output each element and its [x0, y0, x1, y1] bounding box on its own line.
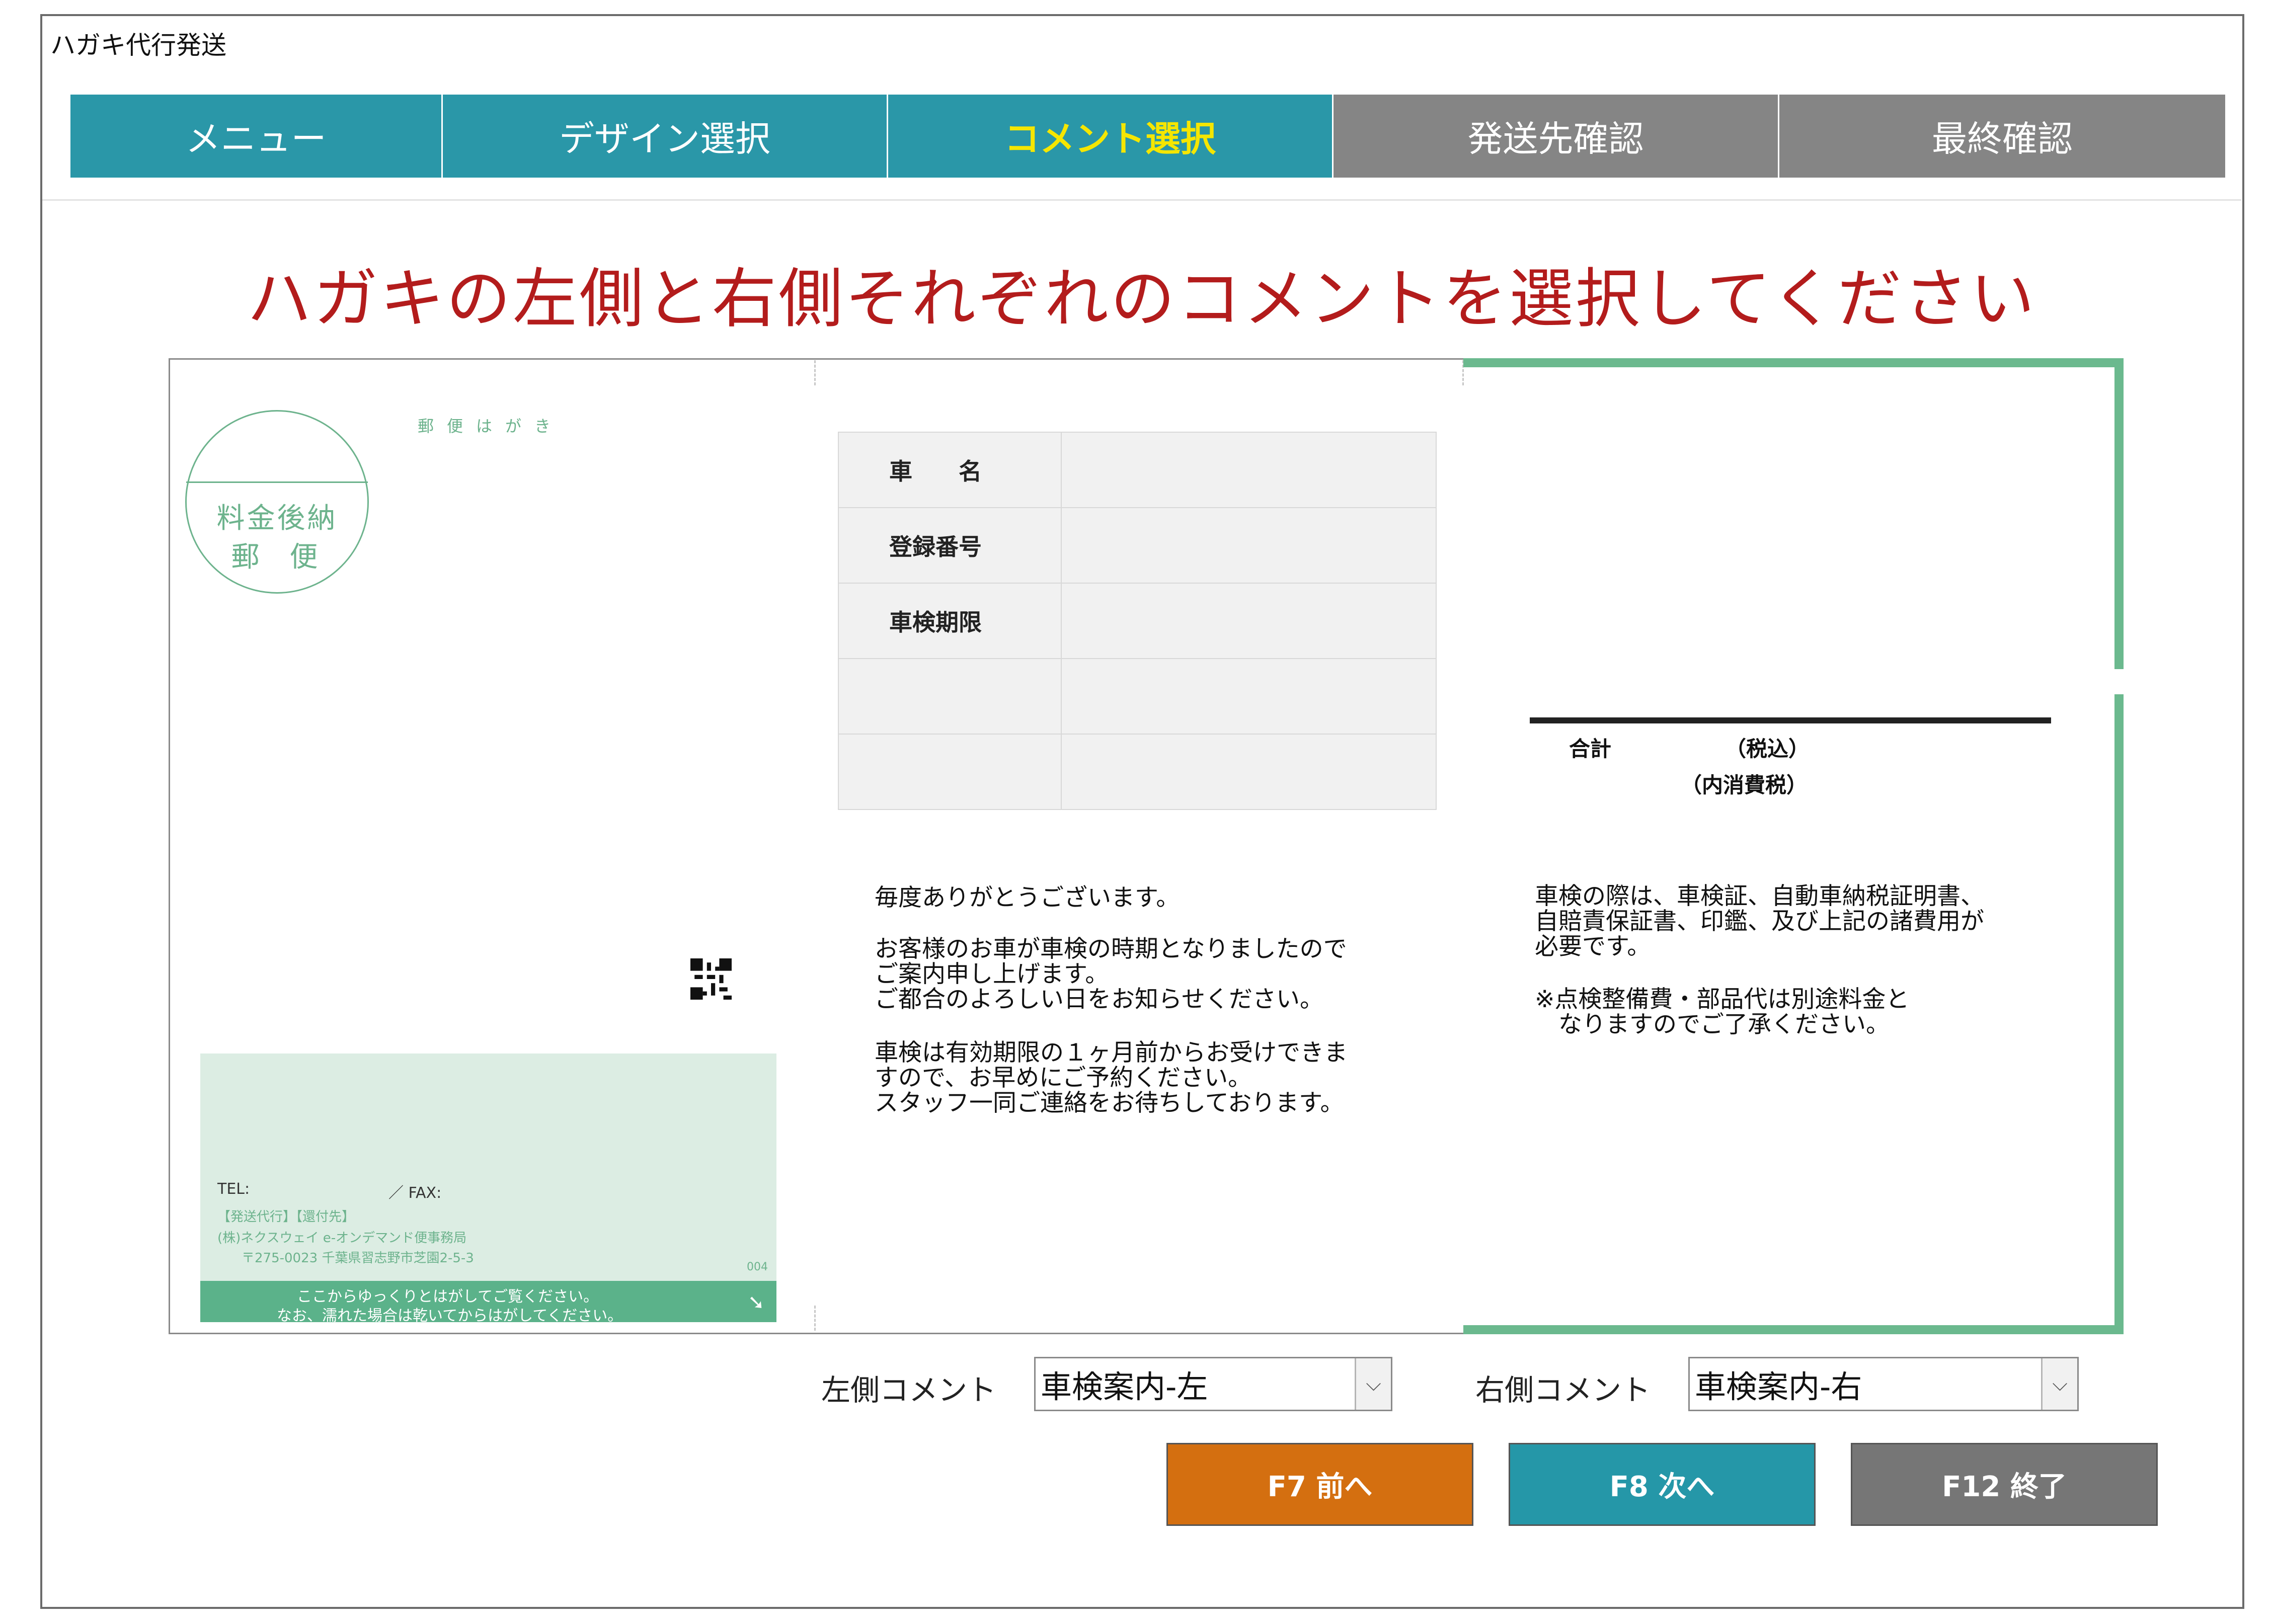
tab-comment-select[interactable]: コメント選択 [888, 95, 1334, 178]
left-message-line: ご案内申し上げます。 [875, 960, 1109, 988]
table-row [838, 658, 1437, 735]
fold-mark-top-left [814, 360, 816, 385]
sender-line3: 〒275-0023 千葉県習志野市芝園2-5-3 [242, 1251, 474, 1266]
left-message-line: お客様のお車が車検の時期となりましたので [875, 935, 1347, 963]
table-row: 車検期限 [838, 583, 1437, 659]
right-comment-value: 車検案内-右 [1695, 1368, 1862, 1405]
table-row: 登録番号 [838, 507, 1437, 584]
tab-design-select[interactable]: デザイン選択 [443, 95, 888, 178]
step-tabs: メニュー デザイン選択 コメント選択 発送先確認 最終確認 [70, 95, 2225, 178]
left-message-line: ご都合のよろしい日をお知らせください。 [875, 986, 1324, 1013]
tabs-divider [42, 199, 2241, 201]
right-message-line: 車検の際は、車検証、自動車納税証明書、 [1535, 882, 1984, 910]
table-value [1061, 583, 1437, 659]
sender-info-box [200, 1053, 776, 1320]
prev-button[interactable]: F7 前へ [1166, 1443, 1473, 1526]
right-comment-label: 右側コメント [1475, 1373, 1651, 1407]
right-comment-select[interactable]: 車検案内-右 ⌵ [1688, 1357, 2079, 1411]
table-label: 車検期限 [838, 583, 1062, 659]
consumption-tax-label: （内消費税） [1681, 773, 1808, 797]
stamp-text-line2: 郵便 [231, 541, 348, 574]
table-label: 登録番号 [838, 507, 1062, 584]
stamp-divider [186, 481, 368, 483]
postcard-label: 郵便はがき [418, 417, 564, 436]
right-message-line: 自賠責保証書、印鑑、及び上記の諸費用が [1535, 908, 1984, 935]
chevron-down-icon[interactable]: ⌵ [1355, 1358, 1391, 1410]
left-comment-label: 左側コメント [821, 1373, 997, 1407]
right-message-line: なりますのでご了承ください。 [1535, 1011, 1890, 1038]
table-value [1061, 734, 1437, 810]
left-message-line: スタッフ一同ご連絡をお待ちしております。 [875, 1089, 1344, 1117]
right-panel-frame [1463, 358, 2124, 1334]
table-label: 車 名 [838, 432, 1062, 508]
next-button[interactable]: F8 次へ [1509, 1443, 1816, 1526]
tab-menu[interactable]: メニュー [70, 95, 443, 178]
tab-destination-confirm[interactable]: 発送先確認 [1334, 95, 1779, 178]
table-row [838, 734, 1437, 810]
tax-included-label: （税込） [1725, 737, 1810, 761]
stamp-text-line1: 料金後納 [216, 502, 338, 535]
table-label [838, 658, 1062, 735]
exit-button[interactable]: F12 終了 [1851, 1443, 2158, 1526]
peel-arrow-icon: ➘ [748, 1291, 765, 1314]
chevron-down-icon[interactable]: ⌵ [2041, 1358, 2077, 1410]
total-label: 合計 [1569, 737, 1612, 761]
table-value [1061, 507, 1437, 584]
left-comment-select[interactable]: 車検案内-左 ⌵ [1034, 1357, 1392, 1411]
total-rule [1530, 717, 2051, 723]
frame-notch [2108, 669, 2124, 694]
sender-line2: (株)ネクスウェイ e-オンデマンド便事務局 [217, 1231, 467, 1246]
right-message-line: 必要です。 [1535, 933, 1651, 960]
vehicle-info-table: 車 名 登録番号 車検期限 [838, 432, 1437, 810]
fold-mark-bottom-left [814, 1306, 816, 1331]
window-title: ハガキ代行発送 [50, 31, 226, 60]
left-message-line: 車検は有効期限の１ヶ月前からお受けできま [875, 1039, 1348, 1067]
sender-tel: TEL: [217, 1180, 250, 1198]
instruction-text: ハガキの左側と右側それぞれのコメントを選択してください [247, 262, 2037, 337]
table-value [1061, 658, 1437, 735]
qr-code-icon [690, 958, 732, 1000]
left-message-line: すので、お早めにご予約ください。 [875, 1064, 1252, 1092]
sender-code: 004 [747, 1261, 768, 1273]
table-label [838, 734, 1062, 810]
left-message-line: 毎度ありがとうございます。 [875, 884, 1180, 912]
right-message-line: ※点検整備費・部品代は別途料金と [1535, 986, 1910, 1013]
tab-final-confirm[interactable]: 最終確認 [1779, 95, 2225, 178]
peel-instruction-line2: なお、濡れた場合は乾いてからはがしてください。 [277, 1307, 623, 1325]
sender-fax: ／ FAX: [388, 1184, 442, 1202]
table-value [1061, 432, 1437, 508]
sender-line1: 【発送代行】【還付先】 [217, 1209, 355, 1225]
table-row: 車 名 [838, 432, 1437, 508]
left-comment-value: 車検案内-左 [1041, 1368, 1208, 1405]
